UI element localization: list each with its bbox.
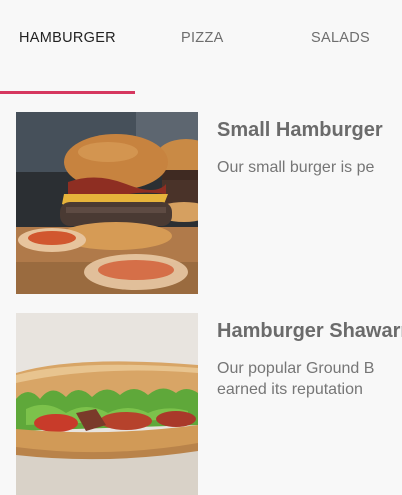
item-description-line: earned its reputation bbox=[217, 381, 363, 398]
category-tab-bar: HAMBURGER PIZZA SALADS bbox=[0, 0, 402, 94]
item-title: Hamburger Shawarma bbox=[217, 320, 402, 342]
menu-item-small-hamburger[interactable]: Small Hamburger Our small burger is pe bbox=[0, 112, 402, 302]
item-description-line: Our popular Ground B bbox=[217, 360, 375, 377]
item-title: Small Hamburger bbox=[217, 119, 383, 141]
tab-pizza[interactable]: PIZZA bbox=[181, 30, 224, 46]
active-tab-indicator bbox=[0, 91, 135, 94]
item-description: Our popular Ground B earned its reputati… bbox=[217, 358, 402, 400]
item-description: Our small burger is pe bbox=[217, 157, 402, 178]
tab-hamburger[interactable]: HAMBURGER bbox=[19, 30, 116, 46]
item-description-line: Our small burger is pe bbox=[217, 159, 375, 176]
menu-screen: HAMBURGER PIZZA SALADS Small Hamburger O… bbox=[0, 0, 402, 495]
shawarma-sandwich-photo bbox=[16, 313, 198, 495]
tab-salads[interactable]: SALADS bbox=[311, 30, 370, 46]
menu-item-hamburger-shawarma[interactable]: Hamburger Shawarma Our popular Ground B … bbox=[0, 313, 402, 495]
burger-photo bbox=[16, 112, 198, 294]
